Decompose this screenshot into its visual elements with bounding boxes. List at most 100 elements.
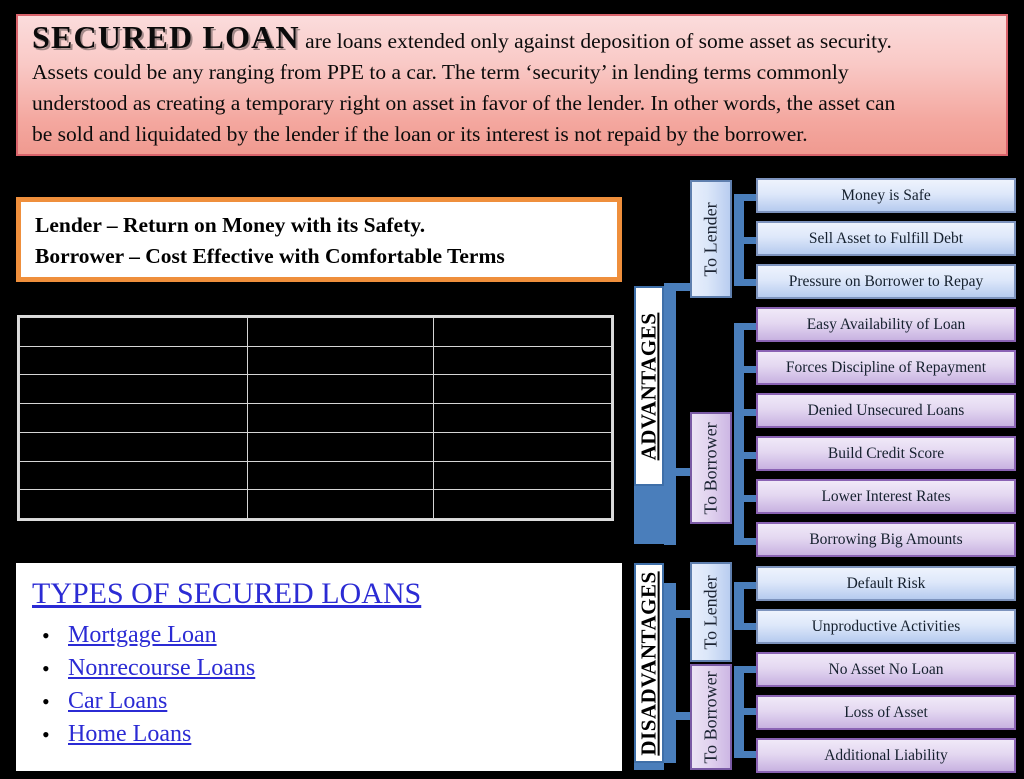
- slide-canvas: SECURED LOAN are loans extended only aga…: [0, 0, 1024, 779]
- advantage-borrower-item-label: Forces Discipline of Repayment: [785, 359, 987, 376]
- types-list: • Mortgage Loan • Nonrecourse Loans • Car L…: [32, 619, 606, 751]
- disadvantage-lender-item-label: Unproductive Activities: [811, 618, 961, 635]
- disadvantages-borrower-bracket-vertical: [734, 666, 744, 758]
- disadvantage-borrower-item[interactable]: No Asset No Loan: [756, 652, 1016, 687]
- advantage-lender-item-label: Pressure on Borrower to Repay: [788, 273, 984, 290]
- advantages-to-lender-label: To Lender: [700, 201, 721, 277]
- page-title: SECURED LOAN: [32, 19, 300, 55]
- advantage-borrower-item-label: Easy Availability of Loan: [806, 316, 966, 333]
- advantage-borrower-item-label: Borrowing Big Amounts: [809, 531, 963, 548]
- header-intro-text: are loans extended only against depositi…: [305, 29, 892, 53]
- table-row: [19, 460, 612, 491]
- advantages-disadvantages-diagram: ADVANTAGES To Lender To Borrower Money i…: [632, 178, 1020, 773]
- table-cell: [433, 317, 612, 347]
- list-item[interactable]: • Mortgage Loan: [36, 619, 606, 652]
- summary-box: Lender – Return on Money with its Safety…: [16, 197, 622, 282]
- header-line-3: understood as creating a temporary right…: [32, 91, 896, 115]
- advantages-lender-bracket-vertical: [734, 194, 744, 286]
- header-line-4: be sold and liquidated by the lender if …: [32, 122, 808, 146]
- disadvantages-to-lender-box: To Lender: [690, 562, 732, 662]
- advantages-trunk-vertical: [664, 283, 676, 545]
- table-cell: [19, 460, 248, 491]
- summary-borrower-line: Borrower – Cost Effective with Comfortab…: [35, 244, 505, 268]
- advantages-to-borrower-box: To Borrower: [690, 412, 732, 524]
- table-cell: [433, 489, 612, 519]
- advantage-lender-item-label: Sell Asset to Fulfill Debt: [808, 230, 964, 247]
- table-cell: [19, 374, 248, 405]
- types-of-secured-loans-panel: TYPES OF SECURED LOANS • Mortgage Loan • N…: [16, 563, 622, 771]
- types-item-label: Mortgage Loan: [68, 622, 217, 648]
- disadvantages-label-text: DISADVANTAGES: [636, 570, 661, 756]
- advantage-borrower-item-label: Build Credit Score: [827, 445, 945, 462]
- disadvantages-lender-bracket-vertical: [734, 582, 744, 630]
- types-panel-title: TYPES OF SECURED LOANS: [32, 577, 422, 610]
- table-cell: [19, 345, 248, 376]
- summary-lender-line: Lender – Return on Money with its Safety…: [35, 213, 426, 237]
- table-row: [19, 403, 612, 433]
- advantage-borrower-item[interactable]: Lower Interest Rates: [756, 479, 1016, 514]
- table-row: [19, 374, 612, 405]
- table-cell: [246, 374, 435, 405]
- table-body: [19, 317, 612, 519]
- comparison-table: [17, 315, 614, 521]
- advantage-lender-item-label: Money is Safe: [841, 187, 931, 204]
- disadvantages-to-borrower-label: To Borrower: [700, 670, 721, 764]
- list-item[interactable]: • Nonrecourse Loans: [36, 652, 606, 685]
- header-line-2: Assets could be any ranging from PPE to …: [32, 60, 849, 84]
- table-cell: [246, 317, 435, 347]
- advantage-borrower-item[interactable]: Easy Availability of Loan: [756, 307, 1016, 342]
- disadvantage-borrower-item-label: Additional Liability: [824, 747, 948, 764]
- table-cell: [433, 345, 612, 376]
- bullet-icon: •: [42, 689, 50, 714]
- advantage-borrower-item-label: Denied Unsecured Loans: [807, 402, 965, 419]
- table-cell: [19, 317, 248, 347]
- disadvantage-lender-item-label: Default Risk: [846, 575, 926, 592]
- advantages-label-text: ADVANTAGES: [636, 312, 661, 460]
- advantage-borrower-item-label: Lower Interest Rates: [821, 488, 951, 505]
- table-cell: [433, 431, 612, 462]
- advantage-lender-item[interactable]: Pressure on Borrower to Repay: [756, 264, 1016, 299]
- table-cell: [246, 460, 435, 491]
- list-item[interactable]: • Car Loans: [36, 685, 606, 718]
- header-first-line: SECURED LOAN are loans extended only aga…: [32, 19, 992, 57]
- secured-loan-header: SECURED LOAN are loans extended only aga…: [16, 14, 1008, 156]
- advantage-borrower-item[interactable]: Build Credit Score: [756, 436, 1016, 471]
- table-cell: [246, 431, 435, 462]
- bullet-icon: •: [42, 722, 50, 747]
- table-cell: [246, 489, 435, 519]
- list-item[interactable]: • Home Loans: [36, 718, 606, 751]
- disadvantage-lender-item[interactable]: Unproductive Activities: [756, 609, 1016, 644]
- table-row: [19, 431, 612, 462]
- disadvantage-borrower-item-label: No Asset No Loan: [828, 661, 944, 678]
- disadvantages-category-label: DISADVANTAGES: [634, 563, 664, 763]
- types-item-label: Car Loans: [68, 688, 168, 714]
- advantage-borrower-item[interactable]: Denied Unsecured Loans: [756, 393, 1016, 428]
- bullet-icon: •: [42, 656, 50, 681]
- table-cell: [246, 345, 435, 376]
- table-cell: [19, 431, 248, 462]
- disadvantages-to-borrower-box: To Borrower: [690, 664, 732, 770]
- advantage-borrower-item[interactable]: Forces Discipline of Repayment: [756, 350, 1016, 385]
- advantages-borrower-bracket-vertical: [734, 323, 744, 545]
- disadvantage-lender-item[interactable]: Default Risk: [756, 566, 1016, 601]
- advantage-lender-item[interactable]: Sell Asset to Fulfill Debt: [756, 221, 1016, 256]
- table-cell: [19, 403, 248, 433]
- advantages-to-lender-box: To Lender: [690, 180, 732, 298]
- types-item-label: Nonrecourse Loans: [68, 655, 256, 681]
- advantage-lender-item[interactable]: Money is Safe: [756, 178, 1016, 213]
- advantages-to-borrower-label: To Borrower: [700, 421, 721, 515]
- disadvantages-to-lender-label: To Lender: [700, 574, 721, 650]
- advantage-borrower-item[interactable]: Borrowing Big Amounts: [756, 522, 1016, 557]
- advantages-category-label: ADVANTAGES: [634, 286, 664, 486]
- table-row: [19, 317, 612, 347]
- bullet-icon: •: [42, 623, 50, 648]
- table-cell: [246, 403, 435, 433]
- disadvantages-trunk-vertical: [664, 583, 676, 763]
- disadvantage-borrower-item[interactable]: Additional Liability: [756, 738, 1016, 773]
- table-cell: [433, 403, 612, 433]
- table-grid: [19, 317, 612, 519]
- table-row: [19, 489, 612, 519]
- table-cell: [433, 374, 612, 405]
- table-row: [19, 345, 612, 376]
- disadvantage-borrower-item[interactable]: Loss of Asset: [756, 695, 1016, 730]
